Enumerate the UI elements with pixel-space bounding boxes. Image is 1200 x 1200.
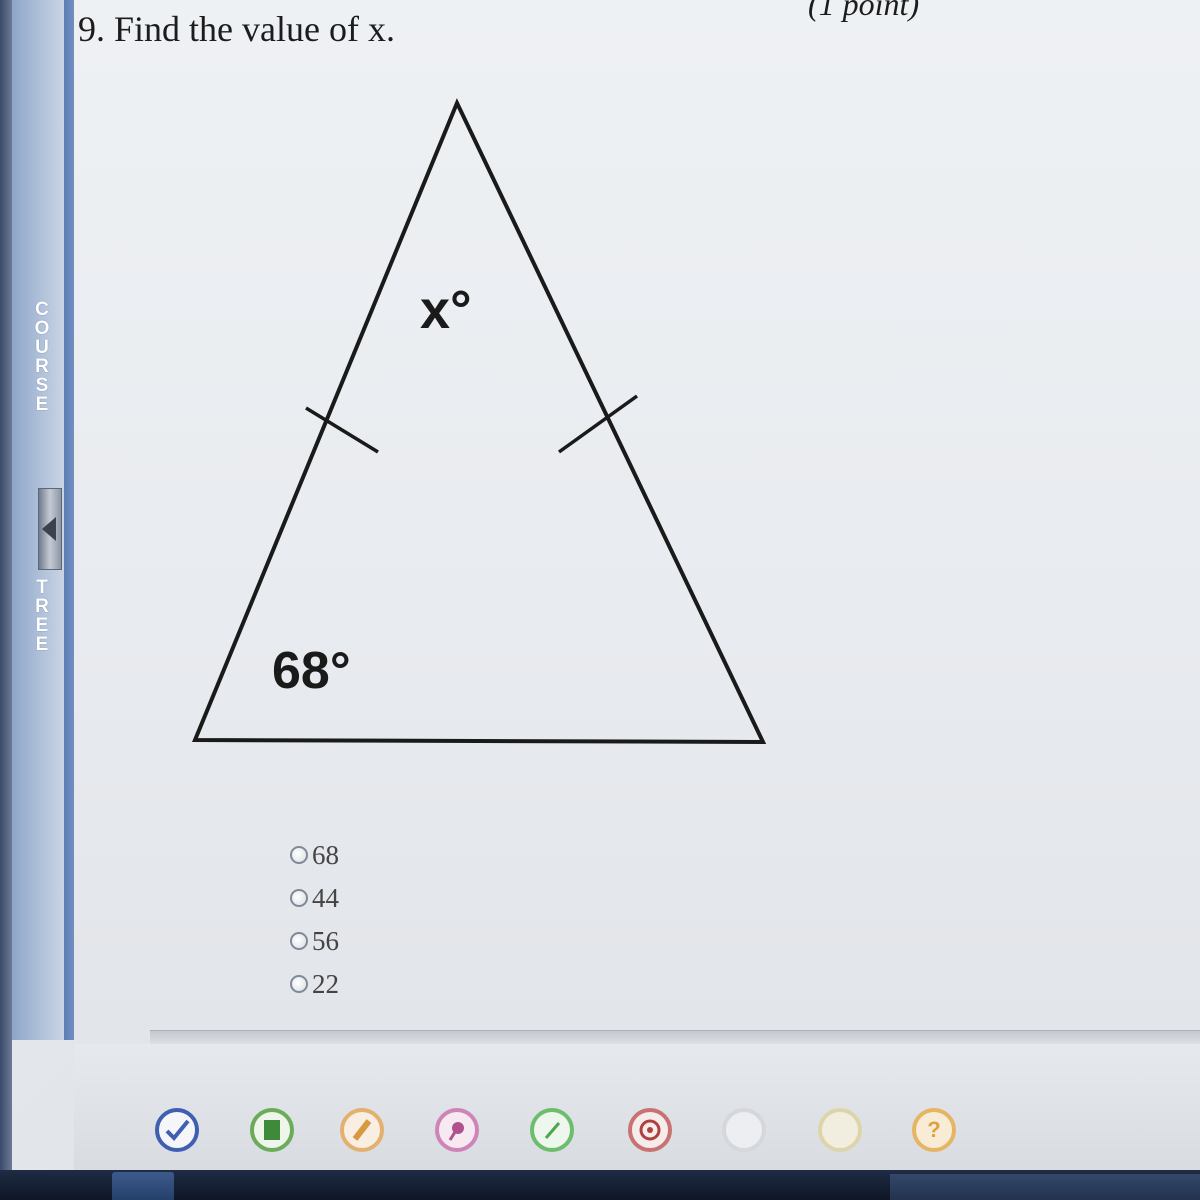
taskbar-tray bbox=[890, 1174, 1200, 1200]
help-tool-button[interactable]: ? bbox=[912, 1108, 956, 1152]
choice-22[interactable]: 22 bbox=[290, 969, 339, 999]
tool-eight-button[interactable] bbox=[818, 1108, 862, 1152]
highlighter-icon bbox=[352, 1119, 372, 1141]
radio-button[interactable] bbox=[290, 932, 308, 950]
choice-label: 22 bbox=[312, 969, 339, 999]
bottom-toolbar bbox=[74, 1044, 1200, 1174]
taskbar-button[interactable] bbox=[112, 1172, 174, 1200]
base-angle-label: 68° bbox=[272, 642, 351, 700]
choice-44[interactable]: 44 bbox=[290, 883, 339, 913]
target-icon bbox=[639, 1119, 661, 1141]
help-icon: ? bbox=[927, 1117, 941, 1142]
target-tool-button[interactable] bbox=[628, 1108, 672, 1152]
choice-label: 68 bbox=[312, 840, 339, 870]
radio-button[interactable] bbox=[290, 889, 308, 907]
apex-angle-label: x° bbox=[420, 280, 472, 340]
blank-tool-button[interactable] bbox=[722, 1108, 766, 1152]
radio-button[interactable] bbox=[290, 846, 308, 864]
choice-68[interactable]: 68 bbox=[290, 840, 339, 870]
check-icon bbox=[165, 1119, 190, 1141]
choice-56[interactable]: 56 bbox=[290, 926, 339, 956]
pin-icon bbox=[448, 1122, 464, 1141]
choice-label: 56 bbox=[312, 926, 339, 956]
notebook-icon bbox=[264, 1120, 280, 1140]
highlighter-tool-button[interactable] bbox=[340, 1108, 384, 1152]
notebook-tool-button[interactable] bbox=[250, 1108, 294, 1152]
check-tool-button[interactable] bbox=[155, 1108, 199, 1152]
answer-choices: 68 44 56 22 bbox=[290, 840, 339, 1012]
radio-button[interactable] bbox=[290, 975, 308, 993]
pencil-icon bbox=[544, 1122, 561, 1139]
taskbar bbox=[0, 1170, 1200, 1200]
pin-tool-button[interactable] bbox=[435, 1108, 479, 1152]
right-tick-mark bbox=[557, 394, 639, 454]
choice-label: 44 bbox=[312, 883, 339, 913]
pencil-tool-button[interactable] bbox=[530, 1108, 574, 1152]
triangle-diagram: x° 68° bbox=[192, 98, 767, 745]
